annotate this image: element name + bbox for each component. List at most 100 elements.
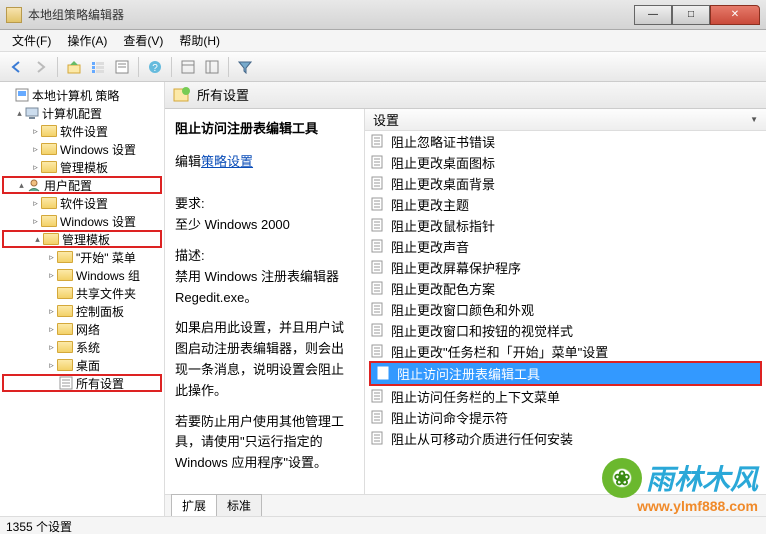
window-title: 本地组策略编辑器: [28, 6, 634, 23]
list-column-header[interactable]: 设置 ▼: [365, 109, 766, 131]
tab-extended[interactable]: 扩展: [171, 494, 217, 516]
back-button[interactable]: [6, 56, 28, 78]
folder-icon: [41, 197, 57, 209]
policy-icon: [371, 134, 385, 148]
desc-3: 若要防止用户使用其他管理工具，请使用"只运行指定的 Windows 应用程序"设…: [175, 412, 354, 474]
list-item[interactable]: 阻止更改主题: [365, 194, 766, 215]
forward-button[interactable]: [30, 56, 52, 78]
watermark-brand: 雨林木风: [646, 458, 758, 498]
list-item[interactable]: 阻止更改窗口和按钮的视觉样式: [365, 320, 766, 341]
tree-system[interactable]: 系统: [76, 339, 100, 356]
menu-file[interactable]: 文件(F): [4, 30, 59, 51]
tree-start-menu[interactable]: "开始" 菜单: [76, 249, 136, 266]
list-button[interactable]: [87, 56, 109, 78]
folder-icon: [57, 341, 73, 353]
folder-icon: [41, 215, 57, 227]
desc-2: 如果启用此设置，并且用户试图启动注册表编辑器，则会出现一条消息，说明设置会阻止此…: [175, 318, 354, 401]
settings-list[interactable]: 阻止忽略证书错误阻止更改桌面图标阻止更改桌面背景阻止更改主题阻止更改鼠标指针阻止…: [365, 131, 766, 494]
list-item[interactable]: 阻止更改声音: [365, 236, 766, 257]
list-item[interactable]: 阻止更改窗口颜色和外观: [365, 299, 766, 320]
edit-policy-link[interactable]: 策略设置: [201, 152, 253, 173]
tree-cc-windows[interactable]: Windows 设置: [60, 141, 136, 158]
tree-shared[interactable]: 共享文件夹: [76, 285, 136, 302]
minimize-button[interactable]: —: [634, 5, 672, 25]
watermark-logo-icon: ❀: [602, 458, 642, 498]
list-item[interactable]: 阻止更改屏幕保护程序: [365, 257, 766, 278]
help-button[interactable]: ?: [144, 56, 166, 78]
user-icon: [27, 178, 41, 192]
folder-icon: [57, 287, 73, 299]
tab-standard[interactable]: 标准: [216, 494, 262, 516]
folder-icon: [41, 143, 57, 155]
req-label: 要求:: [175, 196, 205, 211]
tree-control-panel[interactable]: 控制面板: [76, 303, 124, 320]
all-settings-icon: [59, 376, 73, 390]
list-item[interactable]: 阻止更改鼠标指针: [365, 215, 766, 236]
tree-uc-admin[interactable]: 管理模板: [62, 231, 110, 248]
view-list-button[interactable]: [177, 56, 199, 78]
folder-icon: [41, 161, 57, 173]
menu-help[interactable]: 帮助(H): [171, 30, 228, 51]
tree-uc-windows[interactable]: Windows 设置: [60, 213, 136, 230]
tree-user-config[interactable]: 用户配置: [44, 177, 92, 194]
folder-icon: [57, 359, 73, 371]
nav-tree[interactable]: 本地计算机 策略 ▴计算机配置 ▹软件设置 ▹Windows 设置 ▹管理模板 …: [0, 82, 165, 516]
req-value: 至少 Windows 2000: [175, 217, 290, 232]
list-item[interactable]: 阻止从可移动介质进行任何安装: [365, 428, 766, 449]
folder-icon: [57, 323, 73, 335]
status-bar: 1355 个设置: [0, 516, 766, 534]
policy-icon: [371, 176, 385, 190]
list-item[interactable]: 阻止更改桌面图标: [365, 152, 766, 173]
menu-action[interactable]: 操作(A): [59, 30, 115, 51]
filter-button[interactable]: [234, 56, 256, 78]
tree-cc-software[interactable]: 软件设置: [60, 123, 108, 140]
header-icon: [173, 86, 191, 104]
list-item[interactable]: 阻止忽略证书错误: [365, 131, 766, 152]
view-detail-button[interactable]: [201, 56, 223, 78]
folder-icon: [41, 125, 57, 137]
column-dropdown-icon[interactable]: ▼: [750, 115, 758, 124]
desc-1: 禁用 Windows 注册表编辑器 Regedit.exe。: [175, 269, 339, 305]
tree-uc-software[interactable]: 软件设置: [60, 195, 108, 212]
tree-cc-admin[interactable]: 管理模板: [60, 159, 108, 176]
policy-icon: [371, 197, 385, 211]
policy-icon: [371, 323, 385, 337]
up-button[interactable]: [63, 56, 85, 78]
app-icon: [6, 7, 22, 23]
properties-button[interactable]: [111, 56, 133, 78]
tree-computer-config[interactable]: 计算机配置: [42, 105, 102, 122]
folder-icon: [57, 305, 73, 317]
policy-icon: [371, 302, 385, 316]
detail-title: 阻止访问注册表编辑工具: [175, 119, 354, 140]
maximize-button[interactable]: □: [672, 5, 710, 25]
tree-desktop[interactable]: 桌面: [76, 357, 100, 374]
list-item[interactable]: 阻止更改配色方案: [365, 278, 766, 299]
policy-icon: [371, 260, 385, 274]
list-item[interactable]: 阻止访问命令提示符: [365, 407, 766, 428]
policy-icon: [371, 239, 385, 253]
edit-prefix: 编辑: [175, 154, 201, 169]
folder-icon: [57, 269, 73, 281]
policy-icon: [371, 155, 385, 169]
policy-icon: [371, 218, 385, 232]
svg-text:?: ?: [152, 63, 158, 74]
tree-root[interactable]: 本地计算机 策略: [32, 87, 119, 104]
tree-network[interactable]: 网络: [76, 321, 100, 338]
tree-windows-comp[interactable]: Windows 组: [76, 267, 140, 284]
list-item[interactable]: 阻止访问注册表编辑工具: [371, 363, 760, 384]
list-item[interactable]: 阻止更改桌面背景: [365, 173, 766, 194]
policy-icon: [371, 431, 385, 445]
policy-icon: [371, 410, 385, 424]
watermark-url: www.ylmf888.com: [602, 498, 758, 514]
tree-all-settings[interactable]: 所有设置: [76, 375, 124, 392]
detail-pane: 阻止访问注册表编辑工具 编辑策略设置 要求: 至少 Windows 2000 描述…: [165, 109, 365, 494]
policy-icon: [371, 281, 385, 295]
policy-icon: [371, 389, 385, 403]
list-item[interactable]: 阻止访问任务栏的上下文菜单: [365, 386, 766, 407]
menu-view[interactable]: 查看(V): [115, 30, 171, 51]
list-item[interactable]: 阻止更改"任务栏和「开始」菜单"设置: [365, 341, 766, 362]
close-button[interactable]: ✕: [710, 5, 760, 25]
desc-label: 描述:: [175, 248, 205, 263]
watermark: ❀ 雨林木风 www.ylmf888.com: [602, 458, 758, 514]
policy-icon: [371, 344, 385, 358]
